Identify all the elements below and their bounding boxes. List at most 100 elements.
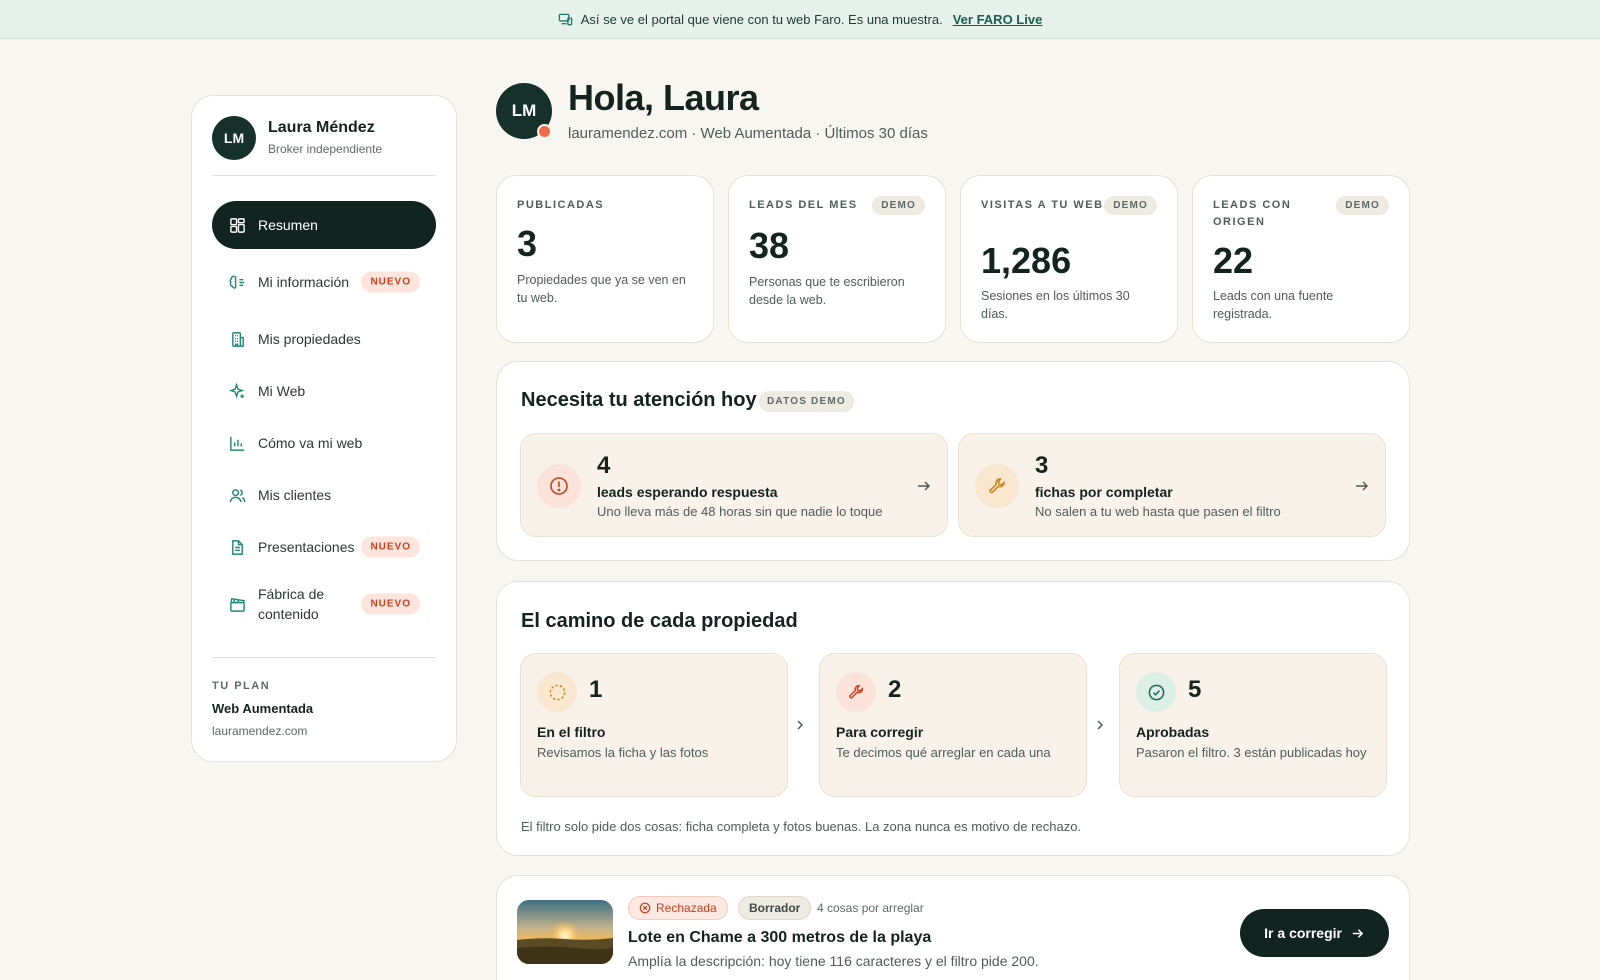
stat-value: 22 [1213,240,1254,281]
plan-name: Web Aumentada [212,701,314,716]
page-title: Hola, Laura [568,77,759,118]
attention-item-fichas[interactable]: 3 fichas por completar No salen a tu web… [958,433,1386,537]
sidebar-item-mis-propiedades[interactable]: Mis propiedades [212,315,436,363]
stage-count: 2 [888,676,902,703]
sidebar-item-mis-clientes[interactable]: Mis clientes [212,471,436,519]
dashed-circle-icon [537,672,577,712]
profile: LM Laura Méndez Broker independiente [212,116,436,176]
stat-value: 1,286 [981,240,1072,281]
plan-domain: lauramendez.com [212,724,308,738]
sidebar-item-label: Resumen [258,217,318,233]
status-label: Rechazada [656,901,717,915]
bar-chart-icon [229,435,246,452]
stat-value: 38 [749,225,790,266]
stage-aprobadas[interactable]: 5 Aprobadas Pasaron el filtro. 3 están p… [1119,653,1387,797]
wrench-icon [836,672,876,712]
stat-description: Leads con una fuente registrada. [1213,289,1334,321]
demo-banner: Así se ve el portal que viene con tu web… [0,0,1600,39]
arrow-right-icon [1353,477,1371,495]
sidebar-item-label: Presentaciones [258,539,355,555]
attention-item-title: fichas por completar [1035,484,1173,500]
check-circle-icon [1136,672,1176,712]
chevron-right-icon [1093,718,1107,732]
attention-count: 3 [1035,452,1049,479]
demo-data-chip: DATOS DEMO [759,391,854,412]
property-title: Lote en Chame a 300 metros de la playa [628,929,932,946]
attention-item-leads[interactable]: 4 leads esperando respuesta Uno lleva má… [520,433,948,537]
stat-label: LEADS DEL MES [749,199,858,211]
stat-description: Personas que te escribieron desde la web… [749,275,905,307]
arrow-right-icon [915,477,933,495]
attention-count: 4 [597,452,611,479]
stage-count: 1 [589,676,603,703]
alert-icon [537,464,581,508]
chevron-right-icon [793,718,807,732]
sidebar-item-fabrica-de-contenido[interactable]: Fábrica de contenido NUEVO [212,575,436,633]
stage-title: Para corregir [836,724,924,740]
grid-icon [229,217,246,234]
stat-description: Propiedades que ya se ven en tu web. [517,273,686,305]
avatar[interactable]: LM [212,116,256,160]
plan-label: TU PLAN [212,680,271,692]
building-icon [229,331,246,348]
banner-text: Así se ve el portal que viene con tu web… [580,11,943,27]
sidebar-item-como-va-mi-web[interactable]: Cómo va mi web [212,419,436,467]
sidebar: LM Laura Méndez Broker independiente Res… [191,95,457,762]
stage-desc: Revisamos la ficha y las fotos [537,745,709,760]
stat-label: VISITAS A TU WEB [981,199,1104,211]
sidebar-item-label: Mis propiedades [258,331,361,347]
users-icon [229,487,246,504]
stat-card-leads-con-origen: LEADS CON ORIGEN DEMO 22 Leads con una f… [1192,175,1410,343]
attention-item-desc: No salen a tu web hasta que pasen el fil… [1035,504,1281,519]
attention-card: Necesita tu atención hoy DATOS DEMO 4 le… [496,361,1410,561]
demo-badge: DEMO [1336,196,1389,215]
page-subtitle: lauramendez.com · Web Aumentada · Último… [568,125,928,142]
sidebar-item-label: Cómo va mi web [258,435,363,451]
stage-count: 5 [1188,676,1202,703]
faro-live-link[interactable]: Ver FARO Live [953,12,1043,27]
property-thumbnail[interactable] [517,900,613,964]
stage-en-el-filtro[interactable]: 1 En el filtro Revisamos la ficha y las … [520,653,788,797]
sparkle-icon [229,382,246,400]
status-badge-rejected: Rechazada [628,896,728,920]
stat-card-visitas: VISITAS A TU WEB DEMO 1,286 Sesiones en … [960,175,1178,343]
attention-item-desc: Uno lleva más de 48 horas sin que nadie … [597,504,883,519]
profile-name: Laura Méndez [268,119,375,136]
stat-label: LEADS CON ORIGEN [1213,199,1292,228]
sidebar-item-resumen[interactable]: Resumen [212,201,436,249]
property-card: Rechazada Borrador 4 cosas por arreglar … [496,875,1410,980]
stage-title: Aprobadas [1136,724,1210,740]
button-label: Ir a corregir [1264,925,1342,941]
stage-title: En el filtro [537,724,606,740]
sidebar-item-presentaciones[interactable]: Presentaciones NUEVO [212,523,436,571]
wrench-icon [975,464,1019,508]
sidebar-item-mi-web[interactable]: Mi Web [212,367,436,415]
demo-badge: DEMO [1104,196,1157,215]
status-badge-draft: Borrador [738,896,812,920]
plan-section: TU PLAN Web Aumentada lauramendez.com [212,657,436,738]
stat-label: PUBLICADAS [517,199,605,211]
new-badge: NUEVO [361,536,420,558]
sidebar-item-label: Mi Web [258,383,306,399]
stat-card-publicadas: PUBLICADAS 3 Propiedades que ya se ven e… [496,175,714,343]
devices-icon [558,12,573,27]
sidebar-item-mi-informacion[interactable]: Mi información NUEVO [212,253,436,311]
stat-value: 3 [517,223,538,264]
stage-desc: Pasaron el filtro. 3 están publicadas ho… [1136,745,1367,760]
new-badge: NUEVO [361,593,420,615]
x-circle-icon [639,902,651,914]
pipeline-title: El camino de cada propiedad [521,610,798,632]
new-badge: NUEVO [361,271,420,293]
property-desc: Amplía la descripción: hoy tiene 116 car… [628,953,1039,969]
go-fix-button[interactable]: Ir a corregir [1240,909,1389,957]
stat-description: Sesiones en los últimos 30 días. [981,289,1130,321]
stage-desc: Te decimos qué arreglar en cada una [836,745,1051,760]
sidebar-nav: Resumen Mi información NUEVO Mis propied… [212,201,436,637]
sidebar-item-label: Mi información [258,274,350,290]
arrow-right-icon [1350,926,1365,941]
clapperboard-icon [229,596,246,613]
stage-para-corregir[interactable]: 2 Para corregir Te decimos qué arreglar … [819,653,1087,797]
stat-card-leads-del-mes: LEADS DEL MES DEMO 38 Personas que te es… [728,175,946,343]
status-dot [537,124,552,139]
document-icon [229,539,246,556]
